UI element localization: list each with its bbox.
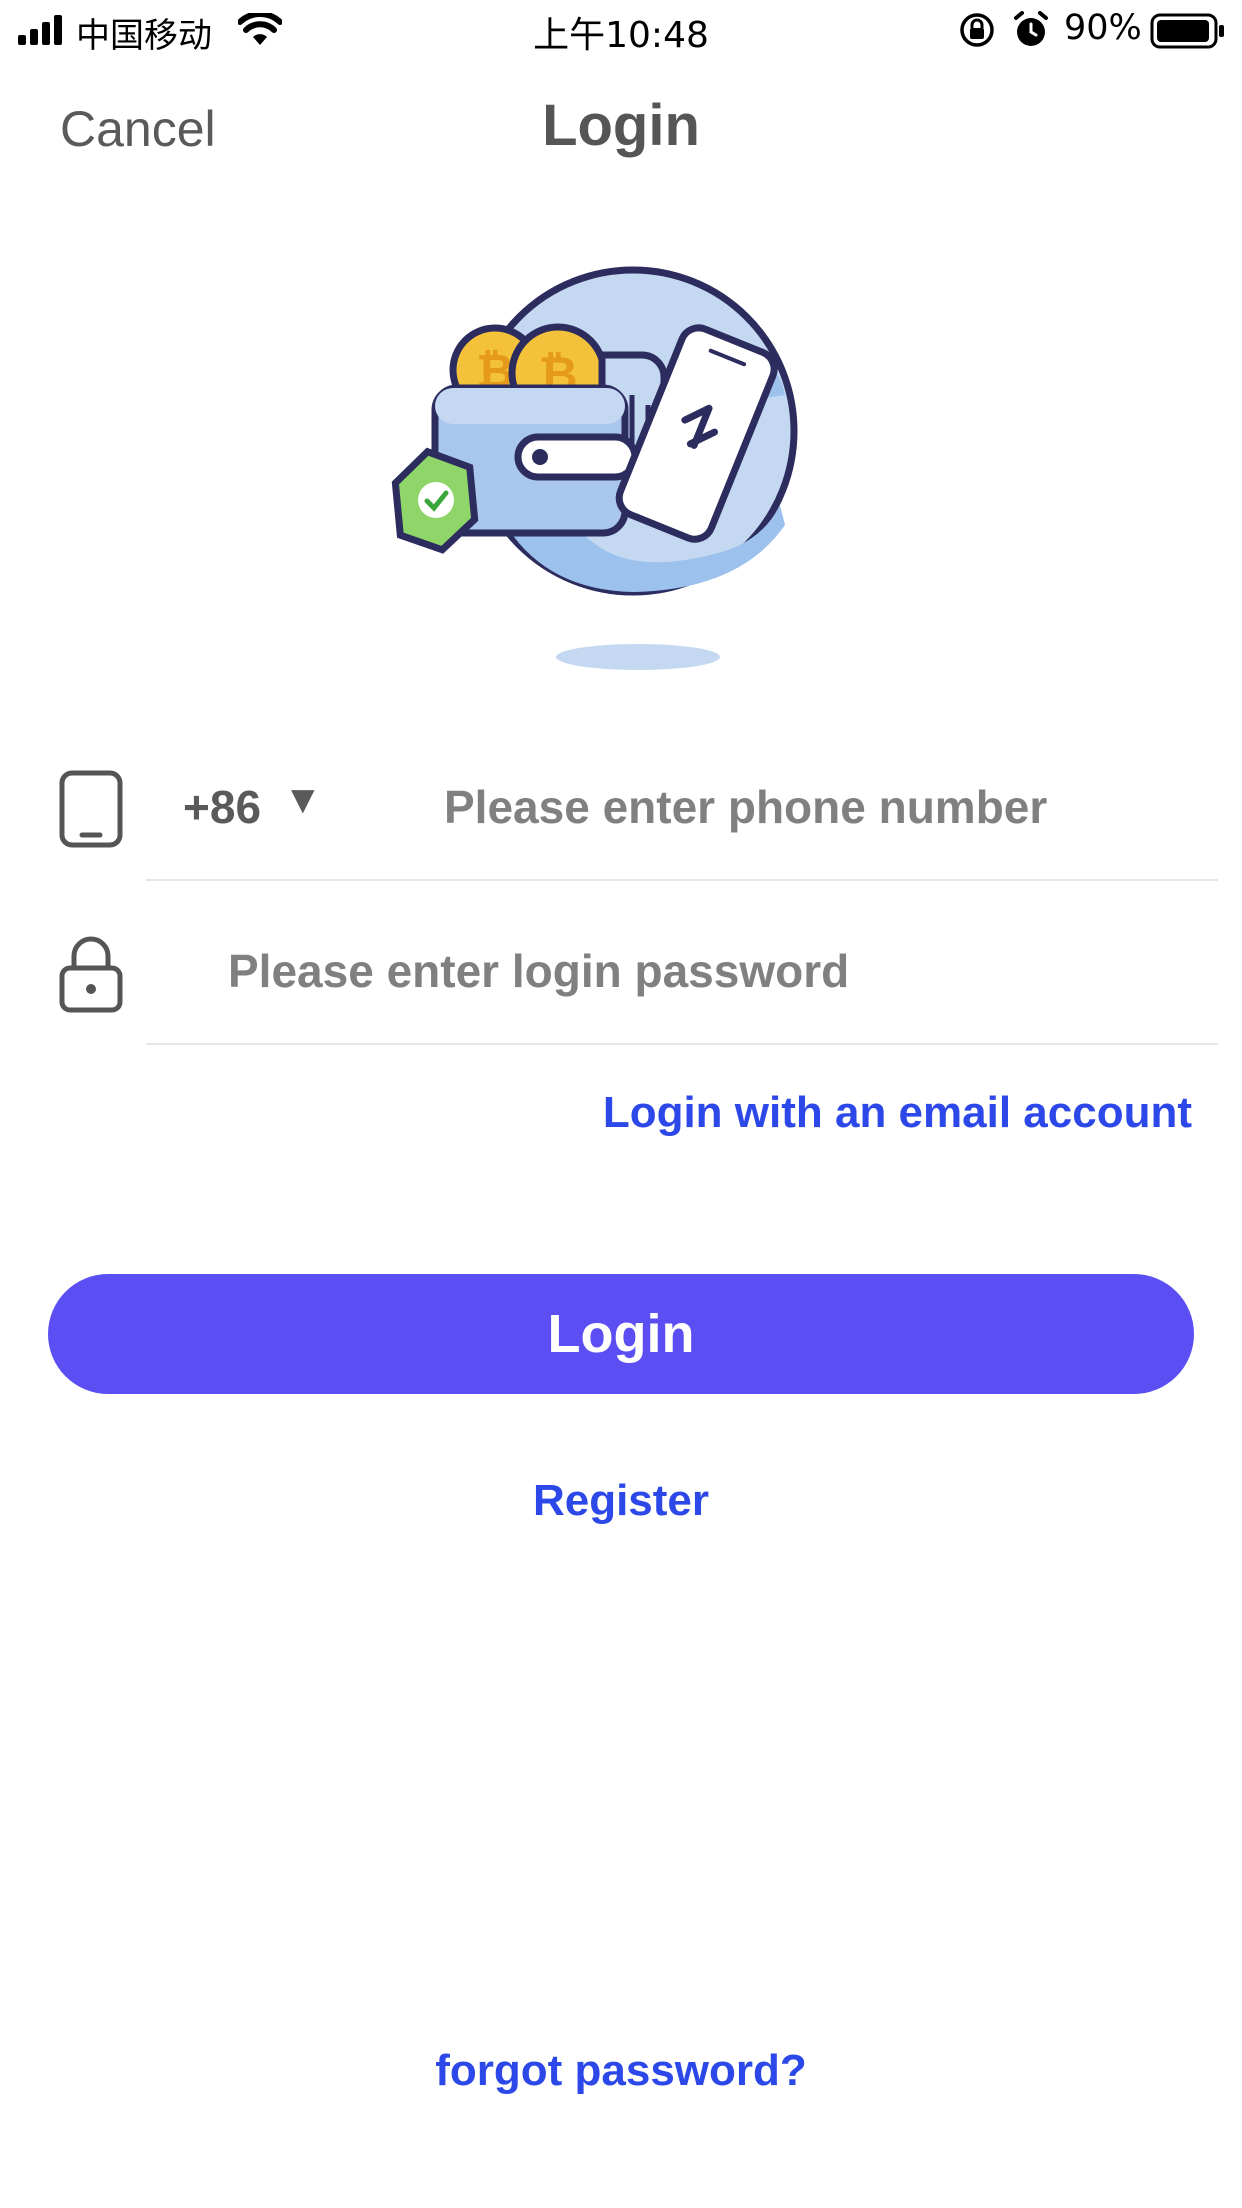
password-input[interactable] [228, 936, 1218, 1006]
hero-illustration: ₿ ₿ [391, 266, 798, 670]
phone-icon [59, 770, 123, 848]
login-button[interactable]: Login [48, 1274, 1194, 1394]
register-link-row: Register [0, 1476, 1242, 1526]
rotation-lock-icon [960, 13, 994, 47]
lock-icon [59, 936, 123, 1013]
divider [146, 879, 1218, 881]
forgot-password-link[interactable]: forgot password? [435, 2046, 807, 2095]
phone-number-input[interactable] [444, 772, 1224, 842]
battery-icon [1150, 13, 1224, 49]
country-code-selector[interactable]: +86 [183, 780, 261, 834]
battery-percent: 90% [1064, 8, 1142, 48]
email-login-link[interactable]: Login with an email account [603, 1088, 1192, 1138]
alarm-icon [1014, 11, 1048, 46]
divider [146, 1043, 1218, 1045]
page-title: Login [542, 93, 700, 158]
register-link[interactable]: Register [533, 1476, 709, 1525]
status-time: 上午10:48 [533, 15, 709, 56]
status-bar: 中国移动 上午10:48 90% [0, 0, 1242, 62]
forgot-password-row: forgot password? [0, 2046, 1242, 2096]
chevron-down-icon[interactable]: ▼ [283, 778, 323, 823]
